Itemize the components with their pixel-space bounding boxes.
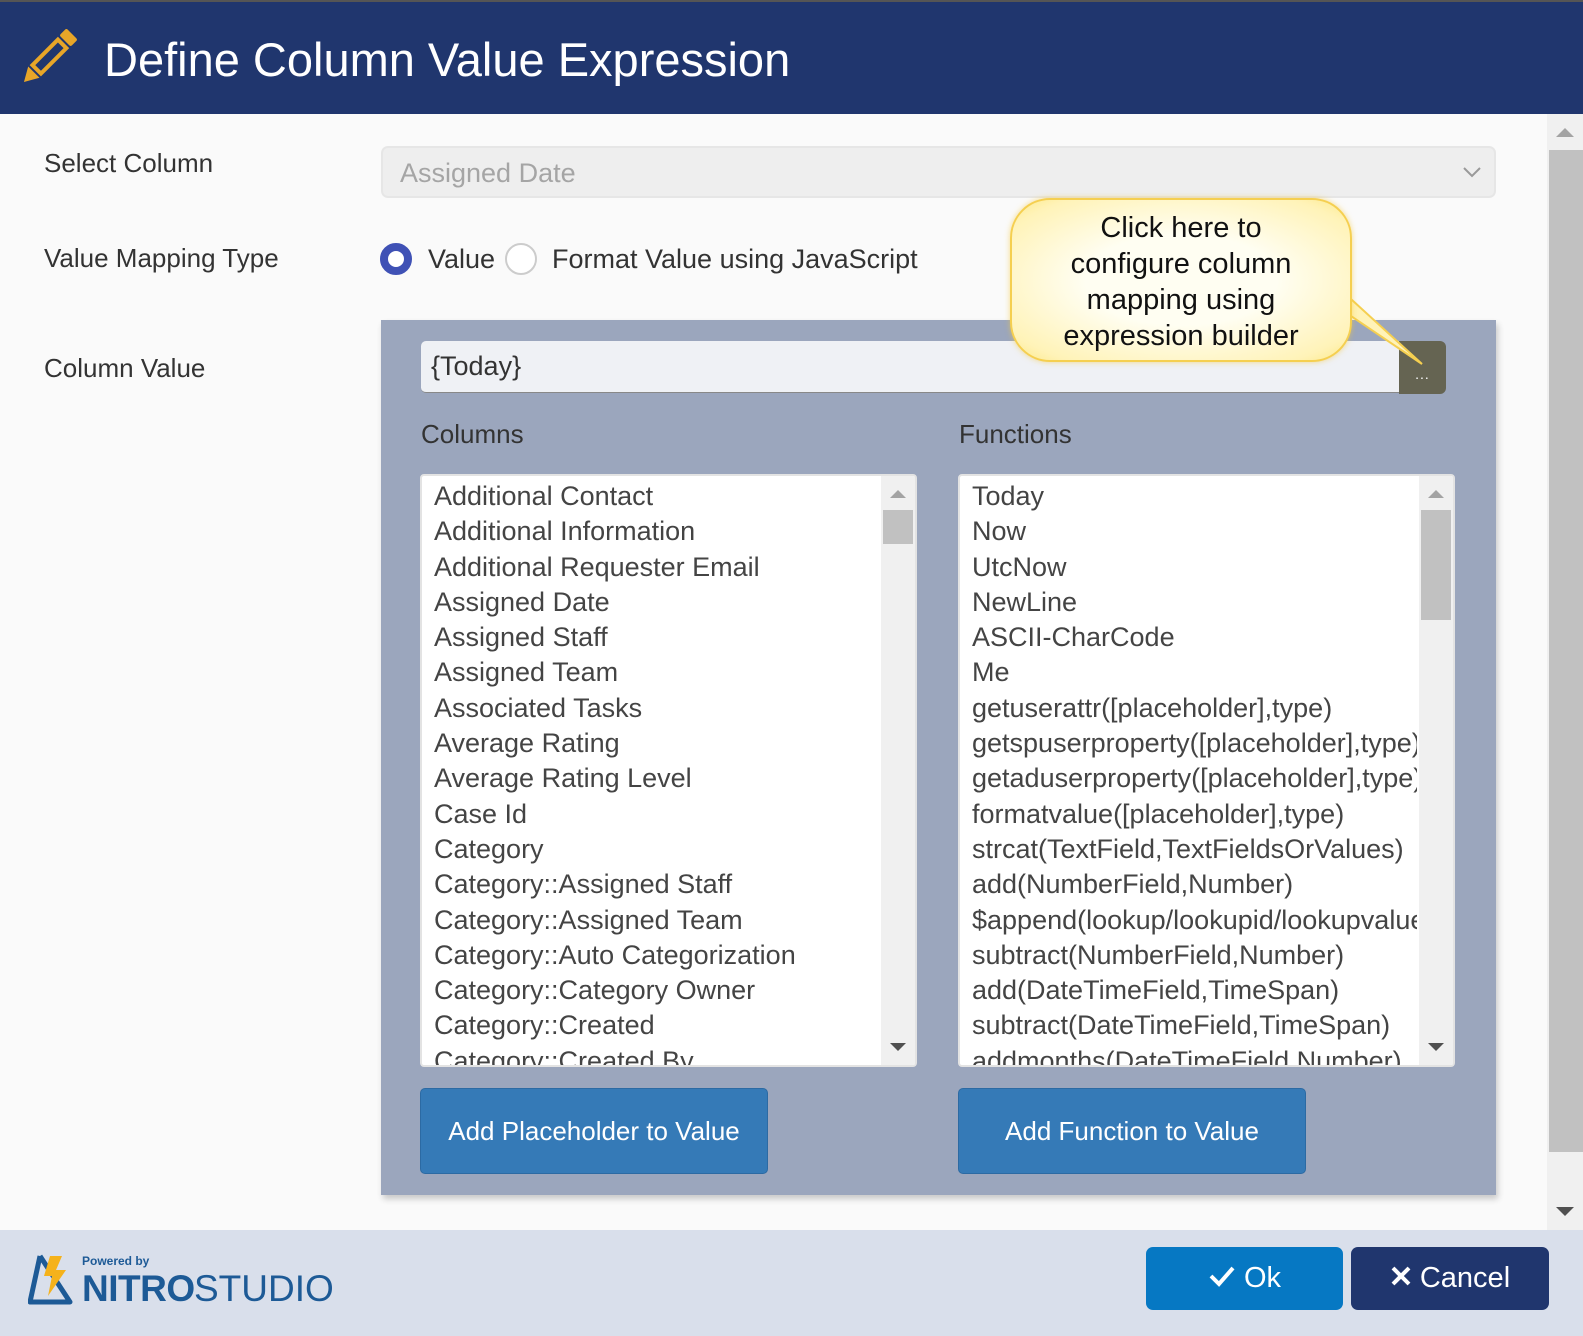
- select-column-dropdown[interactable]: Assigned Date: [381, 146, 1496, 198]
- list-item[interactable]: getspuserproperty([placeholder],type): [972, 726, 1417, 761]
- radio-format-javascript[interactable]: [505, 243, 537, 275]
- columns-scrollbar[interactable]: [881, 476, 915, 1065]
- list-item[interactable]: addmonths(DateTimeField,Number): [972, 1044, 1417, 1065]
- list-item[interactable]: Category::Auto Categorization: [434, 938, 879, 973]
- list-item[interactable]: Assigned Team: [434, 655, 879, 690]
- callout-line: configure column: [1070, 248, 1292, 280]
- callout-tooltip: Click here to configure column mapping u…: [1010, 198, 1352, 362]
- ok-button[interactable]: Ok: [1146, 1247, 1343, 1310]
- scroll-down-arrow-icon[interactable]: [1428, 1043, 1444, 1051]
- add-function-button[interactable]: Add Function to Value: [958, 1088, 1306, 1174]
- brand-studio-text: STUDIO: [194, 1268, 334, 1309]
- list-item[interactable]: Assigned Date: [434, 585, 879, 620]
- dialog-footer: Powered by NITRO STUDIO: [0, 1230, 1583, 1336]
- functions-listbox[interactable]: Today Now UtcNow NewLine ASCII-CharCode Me get…: [958, 474, 1455, 1067]
- nitro-studio-logo: Powered by NITRO STUDIO: [28, 1252, 334, 1316]
- scroll-down-arrow-icon[interactable]: [1556, 1207, 1574, 1216]
- callout-line: expression builder: [1063, 320, 1299, 352]
- columns-label: Columns: [421, 419, 524, 449]
- dialog-header: Define Column Value Expression: [0, 0, 1583, 114]
- list-item[interactable]: Category: [434, 832, 879, 867]
- list-item[interactable]: add(NumberField,Number): [972, 867, 1417, 902]
- list-item[interactable]: add(DateTimeField,TimeSpan): [972, 973, 1417, 1008]
- functions-list: Today Now UtcNow NewLine ASCII-CharCode Me get…: [972, 479, 1417, 1065]
- callout-line: Click here to: [1100, 212, 1262, 244]
- columns-list: Additional Contact Additional Information…: [434, 479, 879, 1065]
- cancel-button[interactable]: Cancel: [1351, 1247, 1549, 1310]
- list-item[interactable]: Assigned Staff: [434, 620, 879, 655]
- list-item[interactable]: NewLine: [972, 585, 1417, 620]
- list-item[interactable]: Associated Tasks: [434, 691, 879, 726]
- list-item[interactable]: Additional Contact: [434, 479, 879, 514]
- list-item[interactable]: Me: [972, 655, 1417, 690]
- list-item[interactable]: strcat(TextField,TextFieldsOrValues): [972, 832, 1417, 867]
- list-item[interactable]: Category::Assigned Team: [434, 903, 879, 938]
- brand-nitro-text: NITRO: [82, 1268, 195, 1309]
- scrollbar-thumb[interactable]: [1549, 150, 1583, 1152]
- list-item[interactable]: Average Rating Level: [434, 761, 879, 796]
- checkmark-icon: [1209, 1267, 1235, 1288]
- list-item[interactable]: Case Id: [434, 797, 879, 832]
- list-item[interactable]: Category::Assigned Staff: [434, 867, 879, 902]
- list-item[interactable]: Additional Requester Email: [434, 550, 879, 585]
- pencil-icon: [23, 29, 77, 83]
- chevron-down-icon: [1463, 167, 1481, 178]
- close-icon: [1391, 1266, 1411, 1286]
- list-item[interactable]: subtract(DateTimeField,TimeSpan): [972, 1008, 1417, 1043]
- radio-value[interactable]: [380, 243, 412, 275]
- scroll-up-arrow-icon[interactable]: [890, 490, 906, 498]
- radio-format-javascript-label[interactable]: Format Value using JavaScript: [552, 244, 918, 275]
- select-column-label: Select Column: [44, 148, 214, 178]
- cancel-label: Cancel: [1419, 1262, 1511, 1294]
- scroll-up-arrow-icon[interactable]: [1556, 128, 1574, 137]
- radio-value-label[interactable]: Value: [428, 244, 495, 275]
- scroll-down-arrow-icon[interactable]: [890, 1043, 906, 1051]
- columns-listbox[interactable]: Additional Contact Additional Information…: [420, 474, 917, 1067]
- list-item[interactable]: getaduserproperty([placeholder],type): [972, 761, 1417, 796]
- scrollbar-thumb[interactable]: [1421, 510, 1451, 620]
- nitro-logo-icon: [28, 1254, 73, 1305]
- select-column-value: Assigned Date: [400, 158, 576, 188]
- list-item[interactable]: getuserattr([placeholder],type): [972, 691, 1417, 726]
- list-item[interactable]: Category::Created: [434, 1008, 879, 1043]
- list-item[interactable]: Now: [972, 514, 1417, 549]
- dialog-title: Define Column Value Expression: [104, 33, 791, 86]
- list-item[interactable]: UtcNow: [972, 550, 1417, 585]
- functions-label: Functions: [959, 419, 1072, 449]
- list-item[interactable]: formatvalue([placeholder],type): [972, 797, 1417, 832]
- functions-scrollbar[interactable]: [1419, 476, 1453, 1065]
- value-mapping-type-label: Value Mapping Type: [44, 243, 279, 273]
- list-item[interactable]: Category::Created By: [434, 1044, 879, 1065]
- callout-line: mapping using: [1086, 284, 1276, 316]
- list-item[interactable]: Average Rating: [434, 726, 879, 761]
- add-placeholder-button[interactable]: Add Placeholder to Value: [420, 1088, 768, 1174]
- page-scrollbar[interactable]: [1547, 114, 1583, 1230]
- list-item[interactable]: $append(lookup/lookupid/lookupvalue): [972, 903, 1417, 938]
- list-item[interactable]: Category::Category Owner: [434, 973, 879, 1008]
- list-item[interactable]: Today: [972, 479, 1417, 514]
- list-item[interactable]: subtract(NumberField,Number): [972, 938, 1417, 973]
- ok-label: Ok: [1243, 1262, 1282, 1294]
- powered-by-text: Powered by: [82, 1254, 150, 1268]
- column-value-label: Column Value: [44, 353, 206, 383]
- list-item[interactable]: Additional Information: [434, 514, 879, 549]
- column-value-text: {Today}: [431, 351, 522, 381]
- scrollbar-thumb[interactable]: [883, 510, 913, 544]
- scroll-up-arrow-icon[interactable]: [1428, 490, 1444, 498]
- list-item[interactable]: ASCII-CharCode: [972, 620, 1417, 655]
